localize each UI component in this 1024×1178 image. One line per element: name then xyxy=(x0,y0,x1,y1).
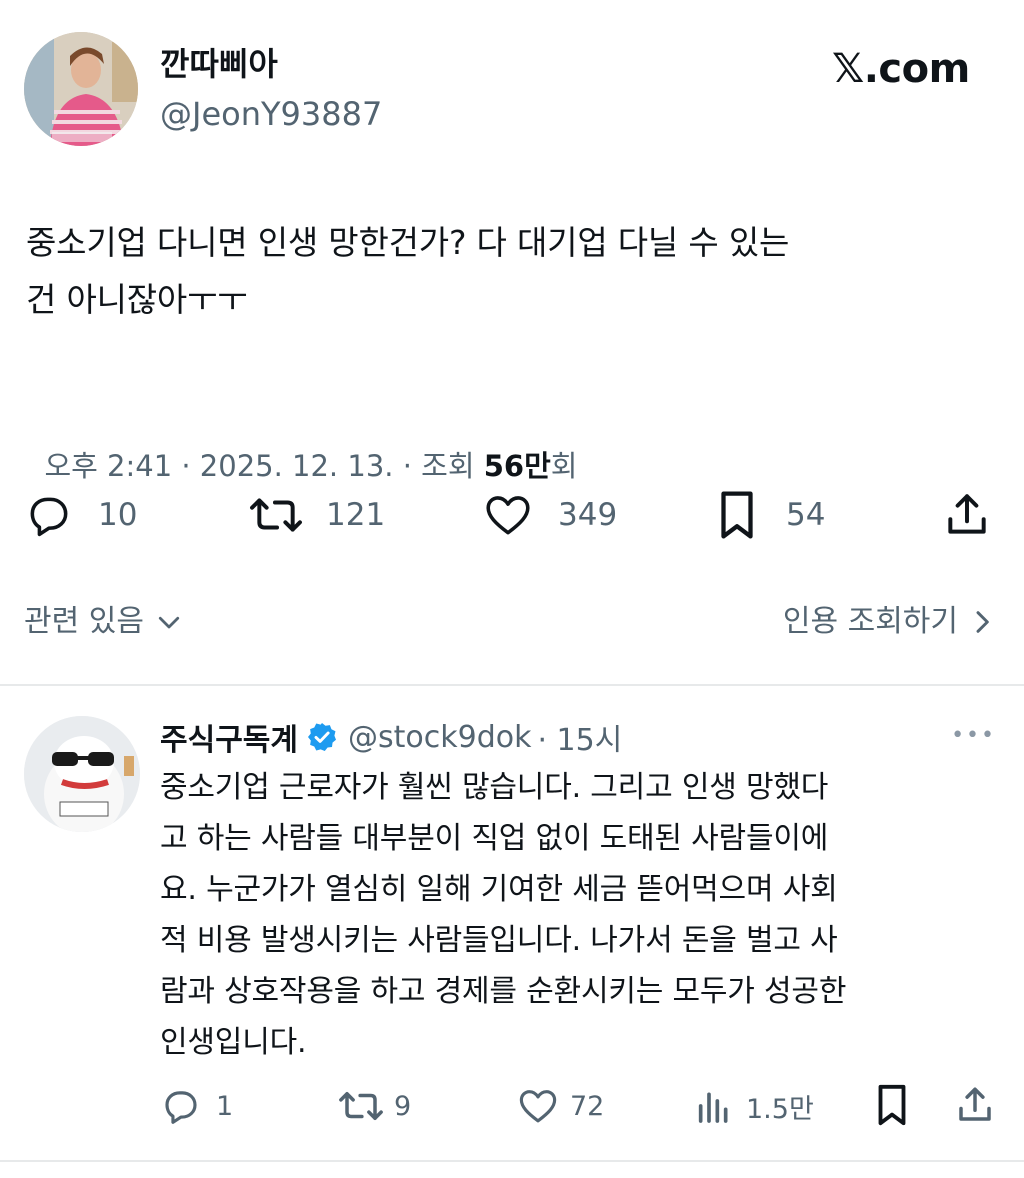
tweet-meta: 오후 2:41 · 2025. 12. 13. · 조회 56만회 xyxy=(26,406,577,486)
like-count: 349 xyxy=(558,497,618,533)
reply-icon xyxy=(160,1085,202,1127)
reply-display-name[interactable]: 주식구독계 xyxy=(160,715,298,759)
view-quotes-link[interactable]: 인용 조회하기 xyxy=(783,600,994,644)
reply-bookmark-button[interactable] xyxy=(872,1082,912,1128)
reply-text-line: 요. 누군가가 열심히 일해 기여한 세금 뜯어먹으며 사회 xyxy=(160,872,838,907)
related-label: 관련 있음 xyxy=(24,604,144,639)
x-logo: 𝕏.com xyxy=(832,46,970,92)
reply-retweet-button[interactable]: 9 xyxy=(336,1084,411,1128)
related-dropdown[interactable]: 관련 있음 xyxy=(24,600,184,644)
reply-text-line: 람과 상호작용을 하고 경제를 순환시키는 모두가 성공한 xyxy=(160,974,847,1009)
reply-icon xyxy=(24,490,74,540)
reply-share-button[interactable] xyxy=(954,1082,996,1128)
reply-text-line: 인생입니다. xyxy=(160,1025,307,1060)
tweet-text-line: 건 아니잖아ㅜㅜ xyxy=(26,280,248,319)
divider xyxy=(0,1160,1024,1162)
view-count: 56만 xyxy=(483,449,551,483)
reply-text-line: 중소기업 근로자가 훨씬 많습니다. 그리고 인생 망했다 xyxy=(160,770,829,805)
author-display-name[interactable]: 깐따삐아 xyxy=(160,44,278,84)
retweet-icon xyxy=(246,490,306,540)
divider xyxy=(0,684,1024,686)
reply-views-button[interactable]: 1.5만 xyxy=(694,1084,814,1128)
heart-icon xyxy=(482,490,534,540)
verified-badge-icon xyxy=(306,721,338,753)
share-icon xyxy=(942,488,992,542)
reply-button[interactable]: 10 xyxy=(24,490,137,540)
share-button[interactable] xyxy=(942,488,992,542)
share-icon xyxy=(954,1082,996,1128)
more-options-icon[interactable]: ••• xyxy=(951,718,996,754)
reply-like-button[interactable]: 72 xyxy=(516,1084,604,1128)
reply-count: 10 xyxy=(98,497,138,533)
reply-text-line: 적 비용 발생시키는 사람들입니다. 나가서 돈을 벌고 사 xyxy=(160,923,838,958)
view-count-suffix: 회 xyxy=(550,449,578,483)
retweet-count: 121 xyxy=(326,497,386,533)
like-button[interactable]: 349 xyxy=(482,490,617,540)
tweet-text: 중소기업 다니면 인생 망한건가? 다 대기업 다닐 수 있는 건 아니잖아ㅜㅜ xyxy=(26,214,1006,328)
reply-time[interactable]: · 15시 xyxy=(537,715,622,759)
reply-author-avatar[interactable] xyxy=(24,716,140,832)
reply-text-line: 고 하는 사람들 대부분이 직업 없이 도태된 사람들이에 xyxy=(160,821,829,856)
reply-text: 중소기업 근로자가 훨씬 많습니다. 그리고 인생 망했다 고 하는 사람들 대… xyxy=(160,762,1010,1068)
reply-like-count: 72 xyxy=(570,1090,605,1122)
author-avatar[interactable] xyxy=(24,32,138,146)
bookmark-icon xyxy=(872,1082,912,1128)
tweet-text-line: 중소기업 다니면 인생 망한건가? 다 대기업 다닐 수 있는 xyxy=(26,223,790,262)
view-quotes-label: 인용 조회하기 xyxy=(782,604,958,639)
bookmark-button[interactable]: 54 xyxy=(714,490,825,540)
heart-icon xyxy=(516,1085,560,1127)
author-handle[interactable]: @JeonY93887 xyxy=(160,94,382,134)
reply-author-header: 주식구독계 @stock9dok · 15시 xyxy=(160,714,622,760)
bookmark-icon xyxy=(714,488,760,542)
reply-view-count: 1.5만 xyxy=(746,1093,814,1125)
reply-reply-button[interactable]: 1 xyxy=(160,1084,233,1128)
retweet-icon xyxy=(336,1085,386,1127)
tweet-timestamp[interactable]: 오후 2:41 · 2025. 12. 13. · 조회 xyxy=(44,449,483,483)
reply-retweet-count: 9 xyxy=(394,1090,412,1122)
retweet-button[interactable]: 121 xyxy=(246,490,385,540)
chevron-down-icon xyxy=(154,607,184,637)
bookmark-count: 54 xyxy=(786,497,826,533)
reply-handle[interactable]: @stock9dok xyxy=(348,720,531,755)
chevron-right-icon xyxy=(970,606,994,638)
analytics-icon xyxy=(694,1085,734,1127)
reply-reply-count: 1 xyxy=(216,1090,234,1122)
